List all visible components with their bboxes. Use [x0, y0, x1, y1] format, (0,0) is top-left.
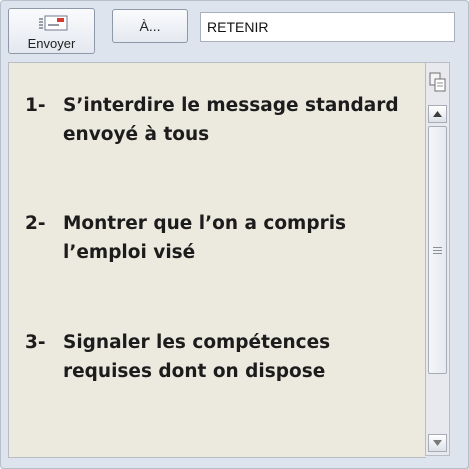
arrow-down-icon: [433, 440, 442, 446]
item-line: requises dont on dispose: [63, 361, 326, 382]
send-envelope-icon: [39, 15, 68, 31]
scroll-up-button[interactable]: [428, 105, 447, 123]
to-button[interactable]: À...: [112, 9, 188, 43]
message-body[interactable]: 1- S’interdire le message standard envoy…: [8, 62, 426, 458]
vertical-scrollbar[interactable]: [425, 62, 450, 456]
item-line: S’interdire le message standard: [63, 95, 399, 116]
item-line: Montrer que l’on a compris: [63, 213, 347, 234]
scroll-thumb[interactable]: [428, 126, 447, 374]
item-text: Signaler les compétences requises dont o…: [63, 328, 416, 386]
send-button-label: Envoyer: [27, 36, 76, 51]
item-number: 3-: [25, 332, 46, 353]
item-number: 1-: [25, 95, 46, 116]
item-text: S’interdire le message standard envoyé à…: [63, 91, 416, 149]
send-button[interactable]: Envoyer: [8, 8, 95, 54]
scroll-down-button[interactable]: [428, 434, 447, 452]
compose-window: Envoyer À... 1- S’interdire le message s…: [0, 0, 469, 469]
item-line: envoyé à tous: [63, 124, 210, 145]
item-text: Montrer que l’on a compris l’emploi visé: [63, 209, 416, 267]
scroll-grip-icon: [433, 246, 442, 254]
item-line: Signaler les compétences: [63, 332, 331, 353]
arrow-up-icon: [433, 111, 442, 117]
item-number: 2-: [25, 213, 46, 234]
subject-field[interactable]: [200, 12, 455, 42]
item-line: l’emploi visé: [63, 242, 196, 263]
page-split-icon[interactable]: [429, 72, 446, 92]
